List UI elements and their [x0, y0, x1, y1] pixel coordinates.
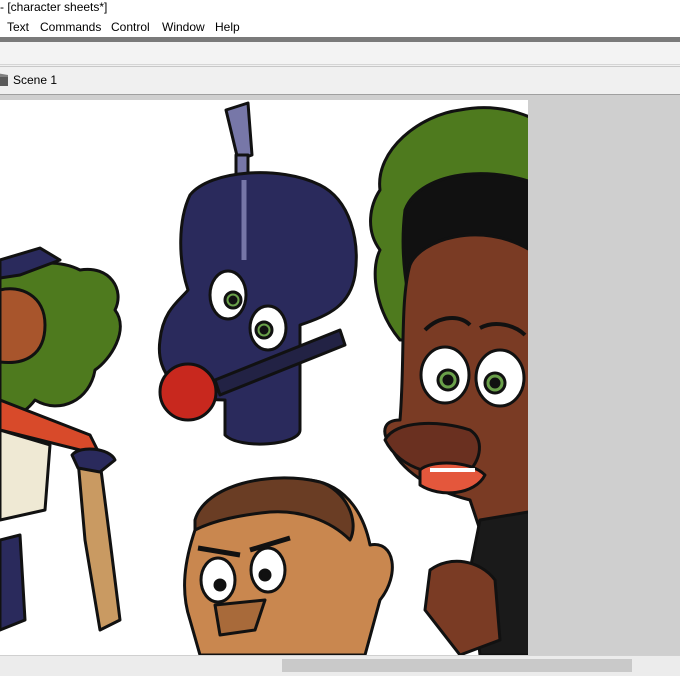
- menu-text[interactable]: Text: [6, 19, 30, 35]
- menu-bar: Text Commands Control Window Help: [0, 16, 680, 37]
- horizontal-scroll-thumb[interactable]: [282, 659, 632, 672]
- character-artwork: [0, 101, 528, 655]
- character-mask: [157, 101, 358, 446]
- toolbar-area: [0, 42, 680, 65]
- scene-clapper-icon[interactable]: [0, 73, 8, 86]
- menu-commands[interactable]: Commands: [39, 19, 102, 35]
- stage-canvas[interactable]: [0, 100, 528, 655]
- window-title: - [character sheets*]: [0, 0, 108, 14]
- character-green-hair: [369, 106, 528, 655]
- scene-label[interactable]: Scene 1: [13, 73, 57, 88]
- character-left: [0, 246, 122, 632]
- window-title-bar: - [character sheets*]: [0, 0, 680, 16]
- scene-bar: Scene 1: [0, 66, 680, 95]
- menu-control[interactable]: Control: [110, 19, 151, 35]
- horizontal-scrollbar[interactable]: [0, 655, 680, 676]
- character-bald: [183, 476, 394, 655]
- stage-area[interactable]: [0, 95, 680, 655]
- menu-help[interactable]: Help: [214, 19, 241, 35]
- menu-window[interactable]: Window: [161, 19, 206, 35]
